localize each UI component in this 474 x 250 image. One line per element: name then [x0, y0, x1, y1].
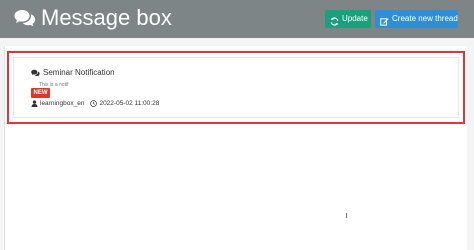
- user-icon: [31, 100, 38, 107]
- comments-icon: [14, 9, 36, 27]
- thread-title: Seminar Notification: [43, 68, 115, 77]
- new-badge: NEW: [31, 88, 50, 98]
- mouse-cursor-icon: [345, 213, 348, 220]
- comments-icon: [31, 69, 40, 77]
- message-box-page: Message box Update Create new thread Sem…: [0, 0, 474, 250]
- create-new-thread-label: Create new thread: [392, 14, 458, 23]
- update-button-label: Update: [342, 14, 368, 23]
- clock-icon: [90, 100, 98, 107]
- edit-icon: [380, 15, 389, 26]
- page-title-group: Message box: [14, 6, 172, 30]
- thread-title-row[interactable]: Seminar Notification: [31, 68, 115, 77]
- create-new-thread-button[interactable]: Create new thread: [375, 10, 458, 28]
- page-title: Message box: [41, 5, 172, 30]
- thread-author: learningbox_en: [40, 100, 85, 107]
- thread-card-body: [13, 57, 459, 118]
- thread-timestamp: 2022-05-02 11:00:28: [99, 100, 160, 107]
- thread-meta: learningbox_en 2022-05-02 11:00:28: [31, 100, 159, 107]
- thread-list-item[interactable]: Seminar Notification This is a notif NEW…: [7, 51, 465, 124]
- header-bar: Message box Update Create new thread: [0, 0, 474, 38]
- update-button[interactable]: Update: [325, 10, 371, 28]
- refresh-icon: [330, 15, 339, 26]
